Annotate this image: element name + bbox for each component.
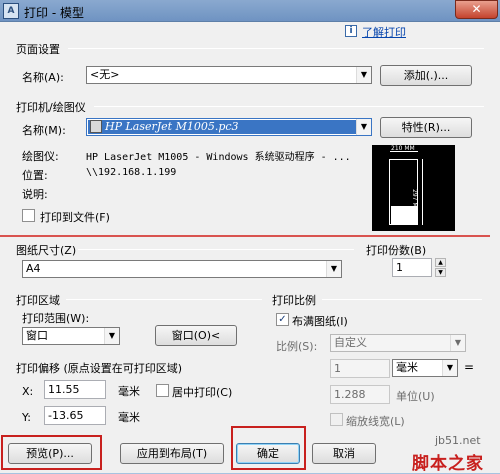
- print-to-file-checkbox[interactable]: [22, 209, 35, 222]
- copies-input[interactable]: 1: [392, 258, 432, 277]
- spin-up-icon[interactable]: ▲: [435, 258, 446, 267]
- height-dimension-line: [422, 159, 423, 225]
- location-value: \\192.168.1.199: [86, 167, 177, 178]
- chevron-down-icon: ▼: [356, 119, 371, 135]
- plotter-label: 绘图仪:: [22, 150, 59, 163]
- x-offset-label: X:: [22, 385, 34, 398]
- scale-lineweights-checkbox[interactable]: [330, 413, 343, 426]
- preview-height-label: 297 MM: [411, 189, 418, 213]
- print-range-value: 窗口: [26, 329, 48, 342]
- print-area-divider: [66, 299, 262, 300]
- scale-value: 自定义: [334, 336, 367, 349]
- highlight-line: [0, 235, 490, 237]
- scale-unit-value: 毫米: [396, 361, 418, 374]
- page-setup-name-label: 名称(A):: [22, 71, 64, 84]
- preview-highlight-box: [1, 435, 102, 470]
- title-bar: A 打印 - 模型 ✕: [0, 0, 500, 22]
- add-page-setup-button[interactable]: 添加(.)...: [380, 65, 472, 86]
- description-label: 说明:: [22, 188, 48, 201]
- cancel-button[interactable]: 取消: [312, 443, 376, 464]
- page-setup-title: 页面设置: [16, 43, 60, 56]
- print-scale-title: 打印比例: [272, 294, 316, 307]
- apply-to-layout-button[interactable]: 应用到布局(T): [120, 443, 224, 464]
- print-range-label: 打印范围(W):: [22, 312, 90, 325]
- scale-select[interactable]: 自定义 ▼: [330, 334, 466, 352]
- paper-size-title: 图纸尺寸(Z): [16, 244, 77, 257]
- window-title: 打印 - 模型: [24, 6, 84, 20]
- center-plot-checkbox[interactable]: [156, 384, 169, 397]
- scale-value1-input[interactable]: 1: [330, 359, 390, 378]
- chevron-down-icon: ▼: [356, 67, 371, 83]
- chevron-down-icon: ▼: [442, 360, 457, 376]
- learn-printing-link[interactable]: 了解打印: [362, 24, 406, 40]
- chevron-down-icon: ▼: [326, 261, 341, 277]
- scale-label: 比例(S):: [276, 340, 318, 353]
- center-plot-label: 居中打印(C): [172, 386, 233, 399]
- fit-to-paper-checkbox[interactable]: ✓: [276, 313, 289, 326]
- print-area-title: 打印区域: [16, 294, 60, 307]
- preview-width-label: 210 MM: [391, 145, 415, 152]
- copies-title: 打印份数(B): [366, 244, 427, 257]
- select-window-button[interactable]: 窗口(O)<: [155, 325, 237, 346]
- watermark-site: jb51.net: [435, 434, 481, 447]
- printer-name-select[interactable]: HP LaserJet M1005.pc3 ▼: [86, 118, 372, 136]
- spin-down-icon[interactable]: ▼: [435, 268, 446, 277]
- ok-highlight-box: [231, 426, 306, 470]
- print-range-select[interactable]: 窗口 ▼: [22, 327, 120, 345]
- close-button[interactable]: ✕: [455, 0, 498, 19]
- printer-divider: [94, 106, 484, 107]
- print-scale-divider: [322, 299, 482, 300]
- chevron-down-icon: ▼: [450, 335, 465, 351]
- chevron-down-icon: ▼: [104, 328, 119, 344]
- fit-to-paper-label: 布满图纸(I): [292, 315, 348, 328]
- equals-sign: =: [464, 360, 475, 374]
- info-icon: i: [345, 25, 357, 37]
- print-to-file-label: 打印到文件(F): [40, 211, 110, 224]
- paper-size-divider: [78, 249, 354, 250]
- printer-icon: [90, 120, 102, 133]
- location-label: 位置:: [22, 169, 48, 182]
- x-offset-input[interactable]: 11.55: [44, 380, 106, 399]
- scale-lineweights-label: 缩放线宽(L): [346, 415, 405, 428]
- y-offset-unit: 毫米: [118, 411, 140, 424]
- printer-group-title: 打印机/绘图仪: [16, 101, 86, 114]
- printer-properties-button[interactable]: 特性(R)...: [380, 117, 472, 138]
- x-offset-unit: 毫米: [118, 385, 140, 398]
- printer-name-value: HP LaserJet M1005.pc3: [105, 120, 239, 133]
- plotter-value: HP LaserJet M1005 - Windows 系统驱动程序 - ...: [86, 152, 351, 163]
- scale-value2-input[interactable]: 1.288: [330, 385, 390, 404]
- page-setup-divider: [68, 48, 484, 49]
- autocad-app-icon: A: [3, 3, 19, 19]
- watermark-name: 脚本之家: [412, 454, 484, 474]
- paper-preview: 210 MM 297 MM: [372, 145, 455, 231]
- page-setup-name-value: <无>: [90, 68, 120, 81]
- page-setup-name-select[interactable]: <无> ▼: [86, 66, 372, 84]
- paper-size-value: A4: [26, 262, 41, 275]
- paper-size-select[interactable]: A4 ▼: [22, 260, 342, 278]
- unit-label: 单位(U): [396, 390, 435, 403]
- print-offset-title: 打印偏移 (原点设置在可打印区域): [16, 362, 183, 375]
- y-offset-label: Y:: [22, 411, 31, 424]
- scale-unit-select[interactable]: 毫米 ▼: [392, 359, 458, 377]
- print-dialog: A 打印 - 模型 ✕ i 了解打印 页面设置 名称(A): <无> ▼ 添加(…: [0, 0, 500, 474]
- printer-name-label: 名称(M):: [22, 124, 66, 137]
- y-offset-input[interactable]: -13.65: [44, 406, 106, 425]
